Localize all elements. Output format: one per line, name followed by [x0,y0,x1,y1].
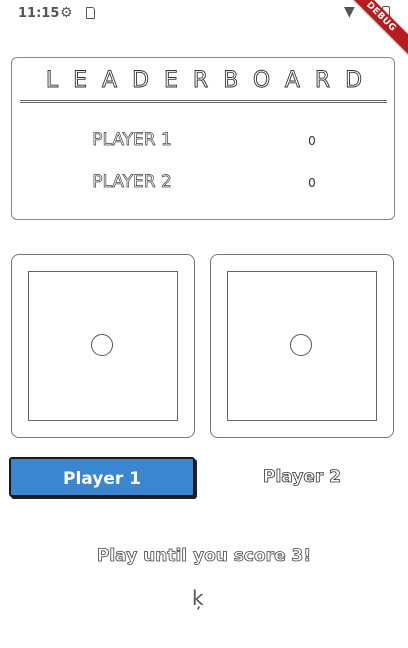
die-right-pip [290,334,312,356]
die-left-face [28,271,178,421]
die-left-pip [91,334,113,356]
leaderboard-divider [20,100,387,103]
instruction-text: Play until you score 3! [96,546,312,567]
die-left-card[interactable] [11,254,195,438]
die-right-card[interactable] [210,254,394,438]
status-bar: 11:15 ⚙ ▼ DEBUG [0,0,408,61]
leaderboard-card: LEADERBOARD PLAYER 1 0 PLAYER 2 0 [11,57,395,220]
player-2-button[interactable]: Player 2 [209,457,395,497]
player-1-button[interactable]: Player 1 [9,457,195,497]
leaderboard-player-1-score: 0 [308,134,316,148]
leaderboard-title: LEADERBOARD [45,68,378,94]
gear-icon: ⚙ [60,5,73,21]
sd-card-icon [86,7,95,19]
leaderboard-player-2-name: PLAYER 2 [92,172,172,193]
cursor-glyph: ķ [192,586,204,610]
status-time: 11:15 [18,6,60,21]
leaderboard-player-2-score: 0 [308,176,316,190]
wifi-icon: ▼ [344,4,355,20]
die-right-face [227,271,377,421]
leaderboard-player-1-name: PLAYER 1 [92,130,172,151]
